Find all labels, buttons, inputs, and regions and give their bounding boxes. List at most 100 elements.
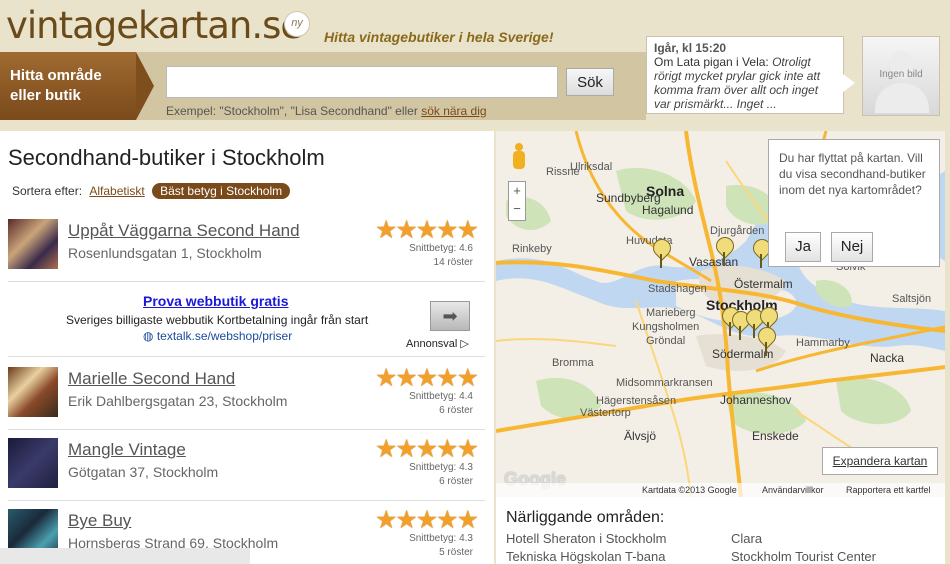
- nearby-link[interactable]: Hotell Sheraton i Stockholm: [506, 531, 666, 546]
- shop-name-link[interactable]: Marielle Second Hand: [68, 369, 235, 389]
- avatar-body-icon: [875, 83, 929, 113]
- shop-name-link[interactable]: Uppåt Väggarna Second Hand: [68, 221, 300, 241]
- average-rating: Snittbetyg: 4.4: [409, 391, 473, 402]
- list-item[interactable]: Uppåt Väggarna Second Hand Rosenlundsgat…: [8, 211, 485, 282]
- shop-thumbnail[interactable]: [8, 367, 58, 417]
- site-logo[interactable]: vintagekartan.se: [6, 4, 303, 47]
- street-view-pegman-icon[interactable]: [511, 143, 527, 171]
- map-label: Hammarby: [796, 337, 850, 349]
- speech-tail: [843, 74, 855, 92]
- vote-count: 6 röster: [439, 476, 473, 487]
- map-label: Enskede: [752, 429, 799, 443]
- rating-summary: Snittbetyg: 4.3 6 röster: [409, 461, 473, 489]
- nearby-link[interactable]: Stockholm Tourist Center: [731, 549, 876, 564]
- zoom-out-button[interactable]: −: [509, 200, 525, 218]
- comment-intro: Om Lata pigan i Vela:: [654, 55, 773, 69]
- report-map-error-link[interactable]: Rapportera ett kartfel: [846, 485, 931, 495]
- shop-map-marker[interactable]: [653, 239, 669, 269]
- map-label: Bromma: [552, 357, 594, 369]
- vote-count: 5 röster: [439, 547, 473, 558]
- avatar-label: Ingen bild: [879, 69, 923, 80]
- list-item[interactable]: Mangle Vintage Götgatan 37, Stockholm ★★…: [8, 430, 485, 501]
- map-zoom-control[interactable]: + −: [508, 181, 526, 221]
- map-label: Stadshagen: [648, 283, 707, 295]
- star-rating-icon: ★★★★★: [374, 506, 479, 534]
- ad-arrow-button[interactable]: ➡: [430, 301, 470, 331]
- zoom-in-button[interactable]: +: [509, 182, 525, 200]
- nearby-areas: Närliggande områden: Hotell Sheraton i S…: [496, 497, 945, 564]
- shop-name-link[interactable]: Mangle Vintage: [68, 440, 186, 460]
- vote-count: 14 röster: [433, 257, 473, 268]
- shop-thumbnail[interactable]: [8, 438, 58, 488]
- latest-comment[interactable]: Igår, kl 15:20 Om Lata pigan i Vela: Otr…: [646, 36, 844, 114]
- vote-count: 6 röster: [439, 405, 473, 416]
- map-label: Johanneshov: [720, 393, 792, 407]
- find-area-arrow-icon: [136, 52, 154, 120]
- shop-address: Rosenlundsgatan 1, Stockholm: [68, 245, 262, 261]
- shop-map-marker[interactable]: [758, 327, 774, 357]
- search-near-me-link[interactable]: sök nära dig: [421, 104, 486, 118]
- map[interactable]: + − Solna Ulriksdal Sundbyberg Rissne Ha…: [496, 131, 945, 497]
- expand-map-button[interactable]: Expandera kartan: [822, 447, 938, 475]
- sort-alphabetical-link[interactable]: Alfabetiskt: [89, 184, 144, 198]
- tagline: Hitta vintagebutiker i hela Sverige!: [324, 29, 554, 45]
- ad-url-text[interactable]: textalk.se/webshop/priser: [157, 329, 292, 343]
- map-label: Gröndal: [646, 335, 686, 347]
- shop-address: Götgatan 37, Stockholm: [68, 464, 219, 480]
- list-item[interactable]: Marielle Second Hand Erik Dahlbergsgatan…: [8, 359, 485, 430]
- terms-link[interactable]: Användarvillkor: [762, 485, 824, 495]
- shop-map-marker[interactable]: [716, 237, 732, 267]
- shop-map-marker[interactable]: [753, 239, 769, 269]
- average-rating: Snittbetyg: 4.3: [409, 462, 473, 473]
- globe-icon: ◍: [143, 329, 154, 343]
- search-button[interactable]: Sök: [566, 68, 614, 96]
- yes-button[interactable]: Ja: [785, 232, 821, 262]
- find-area-label: Hitta område eller butik: [0, 52, 136, 120]
- map-label: Älvsjö: [624, 429, 657, 443]
- rating-summary: Snittbetyg: 4.4 6 röster: [409, 390, 473, 418]
- no-button[interactable]: Nej: [831, 232, 873, 262]
- map-label: Marieberg: [646, 307, 696, 319]
- star-rating-icon: ★★★★★: [374, 435, 479, 463]
- map-attribution: Kartdata ©2013 Google: [642, 485, 737, 495]
- sort-row: Sortera efter: Alfabetiskt Bäst betyg i …: [12, 183, 291, 199]
- star-rating-icon: ★★★★★: [374, 364, 479, 392]
- average-rating: Snittbetyg: 4.3: [409, 533, 473, 544]
- ad-description: Sveriges billigaste webbutik Kortbetalni…: [66, 313, 369, 327]
- search-input[interactable]: [166, 66, 558, 98]
- map-label: Hagalund: [642, 203, 694, 217]
- rating-summary: Snittbetyg: 4.3 5 röster: [409, 532, 473, 560]
- sort-label: Sortera efter:: [12, 184, 83, 198]
- nearby-link[interactable]: Tekniska Högskolan T-bana: [506, 549, 665, 564]
- map-moved-text: Du har flyttat på kartan. Vill du visa s…: [779, 151, 926, 197]
- horizontal-scrollbar[interactable]: [0, 548, 250, 564]
- new-badge: ny: [284, 11, 310, 37]
- shop-name-link[interactable]: Bye Buy: [68, 511, 131, 531]
- map-label: Kungsholmen: [632, 321, 700, 333]
- ad-choices-link[interactable]: Annonsval ▷: [406, 337, 469, 350]
- search-example: Exempel: "Stockholm", "Lisa Secondhand" …: [166, 104, 487, 118]
- map-label: Rinkeby: [512, 243, 552, 255]
- map-label: Östermalm: [734, 277, 793, 291]
- average-rating: Snittbetyg: 4.6: [409, 243, 473, 254]
- map-label: Djurgården: [710, 225, 765, 237]
- comment-time: Igår, kl 15:20: [654, 41, 727, 55]
- map-moved-dialog: Du har flyttat på kartan. Vill du visa s…: [768, 139, 940, 267]
- map-footer: Kartdata ©2013 Google Användarvillkor Ra…: [496, 483, 945, 497]
- sort-best-rating-pill[interactable]: Bäst betyg i Stockholm: [152, 183, 291, 199]
- nearby-link[interactable]: Clara: [731, 531, 762, 546]
- ad-title-link[interactable]: Prova webbutik gratis: [143, 293, 288, 309]
- map-label: Saltsjön: [892, 293, 932, 305]
- ad-url[interactable]: ◍ textalk.se/webshop/priser: [143, 329, 292, 343]
- star-rating-icon: ★★★★★: [374, 216, 479, 244]
- page-title: Secondhand-butiker i Stockholm: [8, 145, 325, 170]
- map-label: Västertorp: [580, 407, 631, 419]
- rating-summary: Snittbetyg: 4.6 14 röster: [409, 242, 473, 270]
- shop-address: Erik Dahlbergsgatan 23, Stockholm: [68, 393, 288, 409]
- shop-list-panel: Secondhand-butiker i Stockholm Sortera e…: [0, 131, 494, 564]
- map-label: Hägerstensåsen: [596, 395, 677, 407]
- search-example-text: Exempel: "Stockholm", "Lisa Secondhand" …: [166, 104, 418, 118]
- ad-block[interactable]: Prova webbutik gratis Sveriges billigast…: [8, 283, 485, 357]
- avatar: Ingen bild: [862, 36, 940, 116]
- shop-thumbnail[interactable]: [8, 219, 58, 269]
